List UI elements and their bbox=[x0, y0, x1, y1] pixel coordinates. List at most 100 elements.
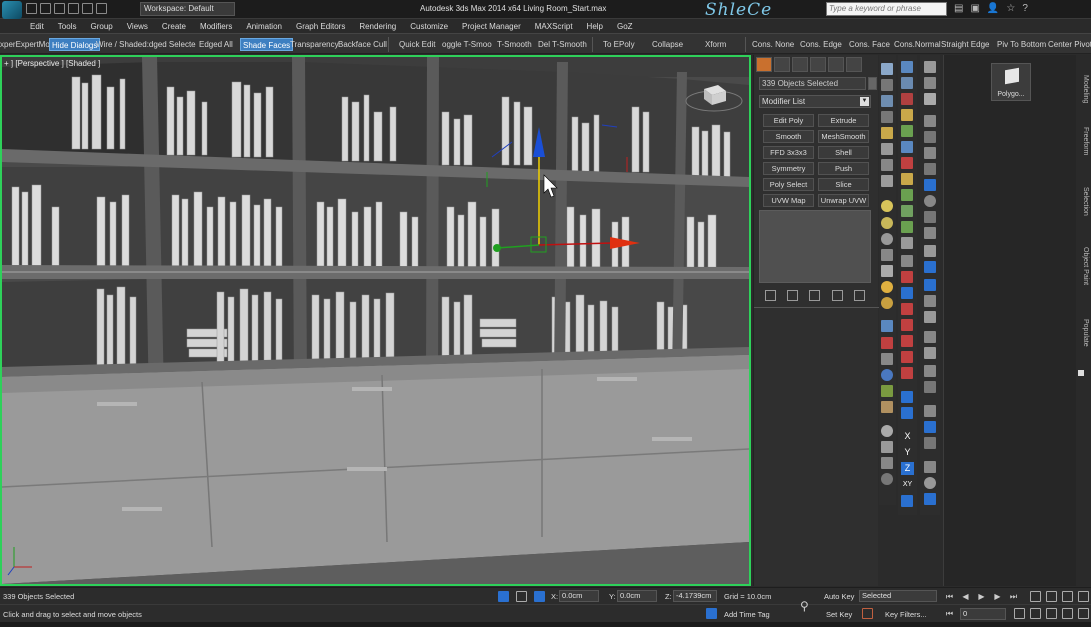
gizmo-y-handle-icon[interactable] bbox=[493, 244, 501, 252]
current-frame-field[interactable]: 0 bbox=[960, 608, 1006, 620]
cons-face-button[interactable]: Cons. Face bbox=[849, 38, 890, 51]
unwrap-uvw-button[interactable]: Unwrap UVW bbox=[818, 194, 869, 207]
menu-rendering[interactable]: Rendering bbox=[359, 22, 396, 31]
meshsmooth-button[interactable]: MeshSmooth bbox=[818, 130, 869, 143]
menu-group[interactable]: Group bbox=[90, 22, 112, 31]
x-coord-field[interactable]: 0.0cm bbox=[559, 590, 599, 602]
tool-icon[interactable] bbox=[881, 175, 893, 187]
smooth-button[interactable]: Smooth bbox=[763, 130, 814, 143]
display-tab-icon[interactable] bbox=[828, 57, 844, 72]
wire-shaded-button[interactable]: Wire / Shaded:dged Selecte bbox=[96, 38, 196, 51]
shell-button[interactable]: Shell bbox=[818, 146, 869, 159]
tool-icon[interactable] bbox=[901, 141, 913, 153]
axis-x-button[interactable]: X bbox=[901, 430, 914, 443]
menu-animation[interactable]: Animation bbox=[246, 22, 282, 31]
key-mode-icon[interactable] bbox=[862, 608, 873, 619]
tool-icon[interactable] bbox=[924, 381, 936, 393]
menu-edit[interactable]: Edit bbox=[30, 22, 44, 31]
sun-icon[interactable] bbox=[881, 297, 893, 309]
slice-button[interactable]: Slice bbox=[818, 178, 869, 191]
lock-selection-icon[interactable] bbox=[516, 591, 527, 602]
cons-normal-button[interactable]: Cons.Normal bbox=[894, 38, 941, 51]
isolate-selection-icon[interactable] bbox=[498, 591, 509, 602]
tool-icon[interactable] bbox=[901, 335, 913, 347]
shade-faces-button[interactable]: Shade Faces bbox=[240, 38, 294, 51]
utilities-tab-icon[interactable] bbox=[846, 57, 862, 72]
tool-icon[interactable] bbox=[901, 287, 913, 299]
tool-icon[interactable] bbox=[924, 365, 936, 377]
tool-icon[interactable] bbox=[901, 237, 913, 249]
go-to-end-icon[interactable]: ⏭ bbox=[1008, 591, 1019, 602]
collapse-button[interactable]: Collapse bbox=[652, 38, 683, 51]
zoom-extents-icon[interactable] bbox=[1062, 591, 1073, 602]
menu-help[interactable]: Help bbox=[587, 22, 603, 31]
tool-icon[interactable] bbox=[881, 441, 893, 453]
pan-icon[interactable] bbox=[1046, 608, 1057, 619]
tab-object-paint[interactable]: Object Paint bbox=[1078, 247, 1089, 285]
scale-icon[interactable] bbox=[924, 211, 936, 223]
menu-create[interactable]: Create bbox=[162, 22, 186, 31]
help-icon[interactable] bbox=[881, 473, 893, 485]
zoom-all-icon[interactable] bbox=[1046, 591, 1057, 602]
tsmooth-button[interactable]: T-Smooth bbox=[497, 38, 532, 51]
tool-icon[interactable] bbox=[901, 189, 913, 201]
move-icon[interactable] bbox=[924, 179, 936, 191]
selection-color-swatch[interactable] bbox=[868, 77, 877, 90]
hide-dialogs-button[interactable]: Hide Dialogs bbox=[49, 38, 101, 51]
tool-icon[interactable] bbox=[881, 385, 893, 397]
ffd-button[interactable]: FFD 3x3x3 bbox=[763, 146, 814, 159]
y-coord-field[interactable]: 0.0cm bbox=[617, 590, 657, 602]
tool-icon[interactable] bbox=[901, 109, 913, 121]
tool-icon[interactable] bbox=[901, 93, 913, 105]
help-icon[interactable]: ? bbox=[1022, 3, 1028, 14]
tab-freeform[interactable]: Freeform bbox=[1078, 127, 1089, 155]
tool-icon[interactable] bbox=[901, 61, 913, 73]
key-filters-button[interactable]: Key Filters... bbox=[885, 610, 927, 619]
del-tsmooth-button[interactable]: Del T-Smooth bbox=[538, 38, 587, 51]
tool-icon[interactable] bbox=[901, 319, 913, 331]
tool-icon[interactable] bbox=[881, 159, 893, 171]
z-coord-field[interactable]: -4.1739cm bbox=[673, 590, 717, 602]
symmetry-button[interactable]: Symmetry bbox=[763, 162, 814, 175]
tool-icon[interactable] bbox=[881, 265, 893, 277]
unlink-icon[interactable] bbox=[924, 77, 936, 89]
tool-icon[interactable] bbox=[901, 221, 913, 233]
pivot-icon[interactable] bbox=[924, 245, 936, 257]
edged-all-button[interactable]: Edged All bbox=[199, 38, 233, 51]
menu-maxscript[interactable]: MAXScript bbox=[535, 22, 573, 31]
tool-icon[interactable] bbox=[924, 405, 936, 417]
modifier-list-dropdown[interactable]: Modifier List ▼ bbox=[759, 95, 871, 108]
show-end-result-icon[interactable] bbox=[787, 289, 799, 301]
cons-edge-button[interactable]: Cons. Edge bbox=[800, 38, 842, 51]
remove-modifier-icon[interactable] bbox=[831, 289, 843, 301]
edit-poly-button[interactable]: Edit Poly bbox=[763, 114, 814, 127]
tool-icon[interactable] bbox=[924, 493, 936, 505]
tool-icon[interactable] bbox=[901, 271, 913, 283]
to-epoly-button[interactable]: To EPoly bbox=[603, 38, 635, 51]
hierarchy-tab-icon[interactable] bbox=[792, 57, 808, 72]
tool-icon[interactable] bbox=[881, 79, 893, 91]
xform-button[interactable]: Xform bbox=[705, 38, 726, 51]
menu-graph-editors[interactable]: Graph Editors bbox=[296, 22, 345, 31]
tab-selection[interactable]: Selection bbox=[1078, 187, 1089, 216]
tool-icon[interactable] bbox=[881, 457, 893, 469]
straight-edge-button[interactable]: Straight Edge bbox=[941, 38, 989, 51]
tool-icon[interactable] bbox=[901, 125, 913, 137]
backface-cull-button[interactable]: Backface Cull bbox=[338, 38, 387, 51]
tool-icon[interactable] bbox=[901, 351, 913, 363]
cons-none-button[interactable]: Cons. None bbox=[752, 38, 794, 51]
play-icon[interactable]: ▶ bbox=[976, 591, 987, 602]
key-mode-toggle-icon[interactable]: ⏮ bbox=[944, 608, 955, 619]
zoom-extents-all-icon[interactable] bbox=[1078, 591, 1089, 602]
tool-icon[interactable] bbox=[881, 95, 893, 107]
communication-icon[interactable]: 👤 bbox=[987, 3, 999, 14]
piv-to-bottom-button[interactable]: Piv To Bottom bbox=[997, 38, 1046, 51]
tool-icon[interactable] bbox=[881, 401, 893, 413]
app-logo-icon[interactable] bbox=[2, 1, 22, 19]
poly-select-button[interactable]: Poly Select bbox=[763, 178, 814, 191]
orbit-icon[interactable] bbox=[1062, 608, 1073, 619]
tool-icon[interactable] bbox=[881, 143, 893, 155]
light-icon[interactable] bbox=[881, 200, 893, 212]
redo-icon[interactable] bbox=[82, 3, 93, 14]
tab-modeling[interactable]: Modeling bbox=[1078, 75, 1089, 103]
